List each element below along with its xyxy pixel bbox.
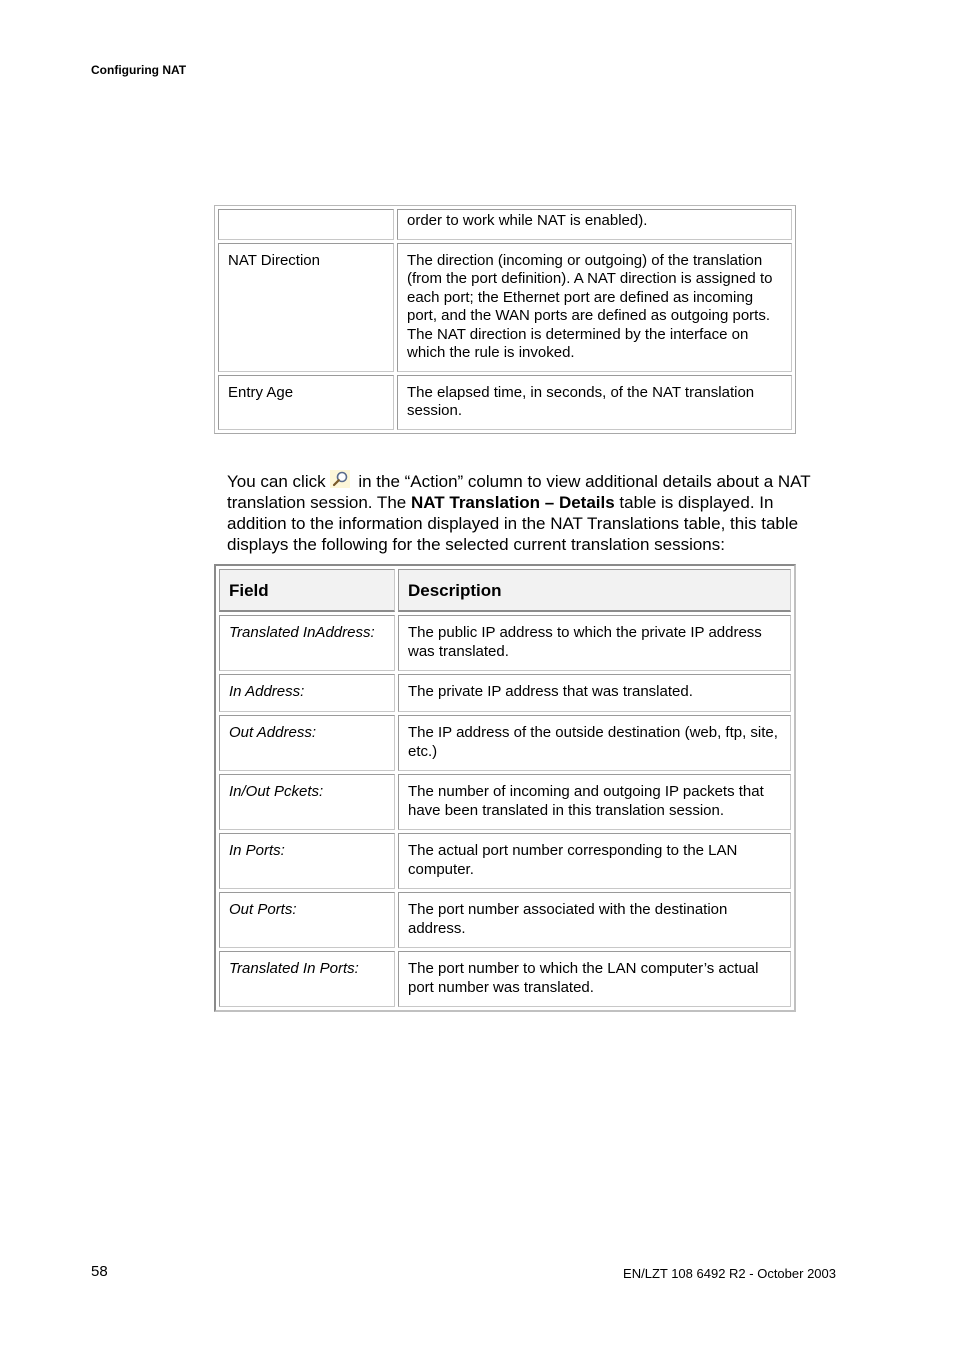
- document-id: EN/LZT 108 6492 R2 - October 2003: [623, 1266, 836, 1281]
- table-row: Translated In Ports: The port number to …: [219, 951, 791, 1007]
- table-row: In Ports: The actual port number corresp…: [219, 833, 791, 889]
- description-cell: The elapsed time, in seconds, of the NAT…: [397, 374, 792, 430]
- field-cell: Translated InAddress:: [219, 615, 395, 671]
- nat-translation-details-table: Field Description Translated InAddress: …: [214, 564, 796, 1012]
- table-row: Out Ports: The port number associated wi…: [219, 892, 791, 948]
- table-row: Out Address: The IP address of the outsi…: [219, 715, 791, 771]
- description-cell: The number of incoming and outgoing IP p…: [398, 774, 791, 830]
- description-cell: The port number associated with the dest…: [398, 892, 791, 948]
- description-cell: The port number to which the LAN compute…: [398, 951, 791, 1007]
- description-cell: order to work while NAT is enabled).: [397, 209, 792, 240]
- nat-translations-table-continued: order to work while NAT is enabled). NAT…: [214, 205, 796, 434]
- table-row: In Address: The private IP address that …: [219, 674, 791, 712]
- description-cell: The private IP address that was translat…: [398, 674, 791, 712]
- paragraph-bold-text: NAT Translation – Details: [410, 493, 615, 512]
- field-cell: [218, 209, 394, 240]
- table-header-row: Field Description: [219, 569, 791, 612]
- field-cell: In Address:: [219, 674, 395, 712]
- magnifier-icon: [329, 470, 350, 488]
- paragraph-text: You can click: [227, 472, 326, 491]
- description-cell: The actual port number corresponding to …: [398, 833, 791, 889]
- column-header-field: Field: [219, 569, 395, 612]
- table-row: order to work while NAT is enabled).: [218, 209, 792, 240]
- body-paragraph: You can click in the “Action” column to …: [227, 470, 827, 555]
- page-number: 58: [91, 1263, 108, 1280]
- running-head: Configuring NAT: [91, 63, 187, 77]
- table-row: Translated InAddress: The public IP addr…: [219, 615, 791, 671]
- table-row: Entry Age The elapsed time, in seconds, …: [218, 374, 792, 430]
- column-header-description: Description: [398, 569, 791, 612]
- field-cell: Translated In Ports:: [219, 951, 395, 1007]
- table-row: In/Out Pckets: The number of incoming an…: [219, 774, 791, 830]
- field-cell: In/Out Pckets:: [219, 774, 395, 830]
- field-cell: NAT Direction: [218, 242, 394, 372]
- field-cell: Entry Age: [218, 374, 394, 430]
- description-cell: The public IP address to which the priva…: [398, 615, 791, 671]
- description-cell: The direction (incoming or outgoing) of …: [397, 242, 792, 372]
- field-cell: Out Address:: [219, 715, 395, 771]
- description-cell: The IP address of the outside destinatio…: [398, 715, 791, 771]
- field-cell: In Ports:: [219, 833, 395, 889]
- table-row: NAT Direction The direction (incoming or…: [218, 242, 792, 372]
- field-cell: Out Ports:: [219, 892, 395, 948]
